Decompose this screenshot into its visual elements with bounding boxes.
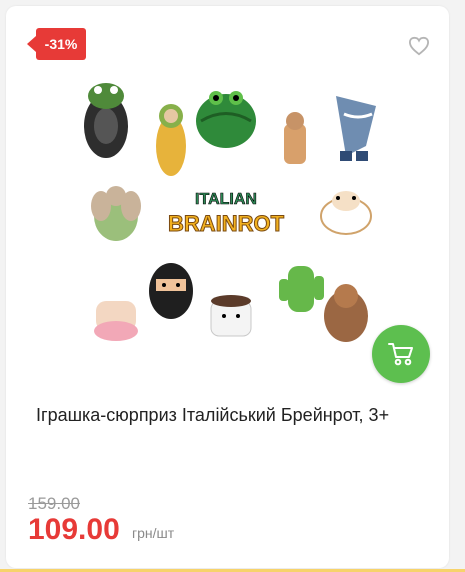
shark-figure	[336, 96, 376, 161]
brainrot-logo: ITALIAN BRAINROT	[167, 191, 285, 237]
logo-brainrot-text: BRAINROT	[168, 211, 285, 236]
add-to-cart-button[interactable]	[372, 325, 430, 383]
new-price: 109.00	[28, 513, 120, 546]
discount-badge: -31%	[27, 28, 86, 60]
ninja-coffee-figure	[149, 263, 193, 319]
wooden-bat-figure	[284, 112, 306, 164]
cart-icon	[388, 343, 413, 366]
ballerina-cup-figure	[94, 301, 138, 341]
logo-italian-text: ITALIAN	[195, 191, 257, 208]
coffee-cup-figure	[210, 295, 252, 337]
product-card[interactable]: -31% ITALIAN BRAINROT Іграшка-сюрприз Іт…	[6, 6, 449, 568]
old-price: 159.00	[28, 494, 80, 513]
price-unit: грн/шт	[132, 525, 175, 541]
frog-tire-figure	[84, 83, 128, 158]
monkey-toilet-figure	[324, 284, 368, 342]
banana-monkey-figure	[156, 104, 186, 176]
watermelon-frog-figure	[196, 91, 256, 148]
cactus-camel-figure	[279, 266, 324, 312]
product-title[interactable]: Іграшка-сюрприз Італійський Брейнрот, 3+	[36, 404, 446, 426]
product-image[interactable]: ITALIAN BRAINROT	[76, 76, 386, 376]
elephant-cactus-figure	[91, 186, 141, 241]
cow-bowl-figure	[320, 191, 372, 235]
heart-icon[interactable]	[408, 36, 430, 56]
